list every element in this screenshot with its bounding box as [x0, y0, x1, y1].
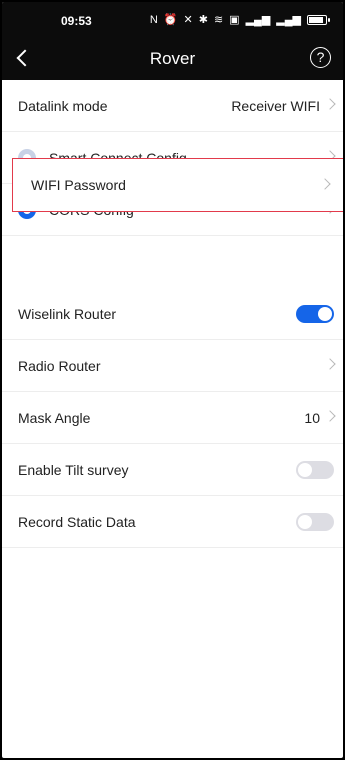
wiselink-router-row[interactable]: Wiselink Router: [2, 288, 343, 340]
enable-tilt-survey-toggle[interactable]: [296, 461, 334, 479]
battery-icon: [307, 14, 330, 25]
record-static-data-row[interactable]: Record Static Data: [2, 496, 343, 548]
signal-icon: ▂▄▆: [276, 14, 301, 26]
wifi-icon: ≋: [213, 14, 224, 26]
mask-angle-value: 10: [304, 410, 320, 426]
chevron-right-icon: [324, 410, 336, 422]
chevron-right-icon: [324, 98, 336, 110]
record-static-data-label: Record Static Data: [18, 514, 136, 530]
nfc-icon: N: [149, 13, 158, 26]
mask-angle-label: Mask Angle: [18, 410, 91, 426]
settings-list: Datalink mode Receiver WIFI Smart Connec…: [2, 80, 343, 548]
wiselink-router-label: Wiselink Router: [18, 306, 117, 322]
enable-tilt-survey-label: Enable Tilt survey: [18, 462, 129, 478]
hd-icon: ▣: [229, 14, 240, 26]
record-static-data-toggle[interactable]: [296, 513, 334, 531]
status-icons: N ⏰ ✕ ✱ ≋ ▣ ▂▄▆ ▂▄▆: [149, 13, 330, 26]
status-bar: 09:53 N ⏰ ✕ ✱ ≋ ▣ ▂▄▆ ▂▄▆: [2, 2, 343, 40]
toggle-knob: [318, 307, 332, 321]
wiselink-router-toggle[interactable]: [296, 305, 334, 323]
signal-icon: ▂▄▆: [245, 14, 271, 26]
datalink-mode-label: Datalink mode: [18, 98, 108, 114]
app-screen: 09:53 N ⏰ ✕ ✱ ≋ ▣ ▂▄▆ ▂▄▆ Rover ? Datali…: [2, 2, 343, 758]
alarm-icon: ⏰: [163, 14, 178, 26]
top-bar: Rover ?: [2, 40, 343, 80]
bluetooth-icon: ✱: [198, 14, 208, 26]
datalink-mode-value: Receiver WIFI: [231, 98, 320, 114]
wifi-password-row-spacer: [2, 236, 343, 288]
radio-router-row[interactable]: Radio Router: [2, 340, 343, 392]
page-title: Rover: [149, 49, 196, 68]
status-time: 09:53: [61, 14, 92, 28]
mask-angle-row[interactable]: Mask Angle 10: [2, 392, 343, 444]
enable-tilt-survey-row[interactable]: Enable Tilt survey: [2, 444, 343, 496]
radio-router-label: Radio Router: [18, 358, 101, 374]
datalink-mode-row[interactable]: Datalink mode Receiver WIFI: [2, 80, 343, 132]
phone-frame: 09:53 N ⏰ ✕ ✱ ≋ ▣ ▂▄▆ ▂▄▆ Rover ? Datali…: [0, 0, 345, 760]
help-icon[interactable]: ?: [310, 47, 331, 68]
chevron-right-icon: [324, 358, 336, 370]
toggle-knob: [298, 463, 312, 477]
mute-icon: ✕: [183, 14, 193, 26]
chevron-right-icon: [319, 178, 331, 190]
wifi-password-row[interactable]: WIFI Password: [12, 158, 343, 212]
wifi-password-label: WIFI Password: [31, 177, 126, 193]
toggle-knob: [298, 515, 312, 529]
